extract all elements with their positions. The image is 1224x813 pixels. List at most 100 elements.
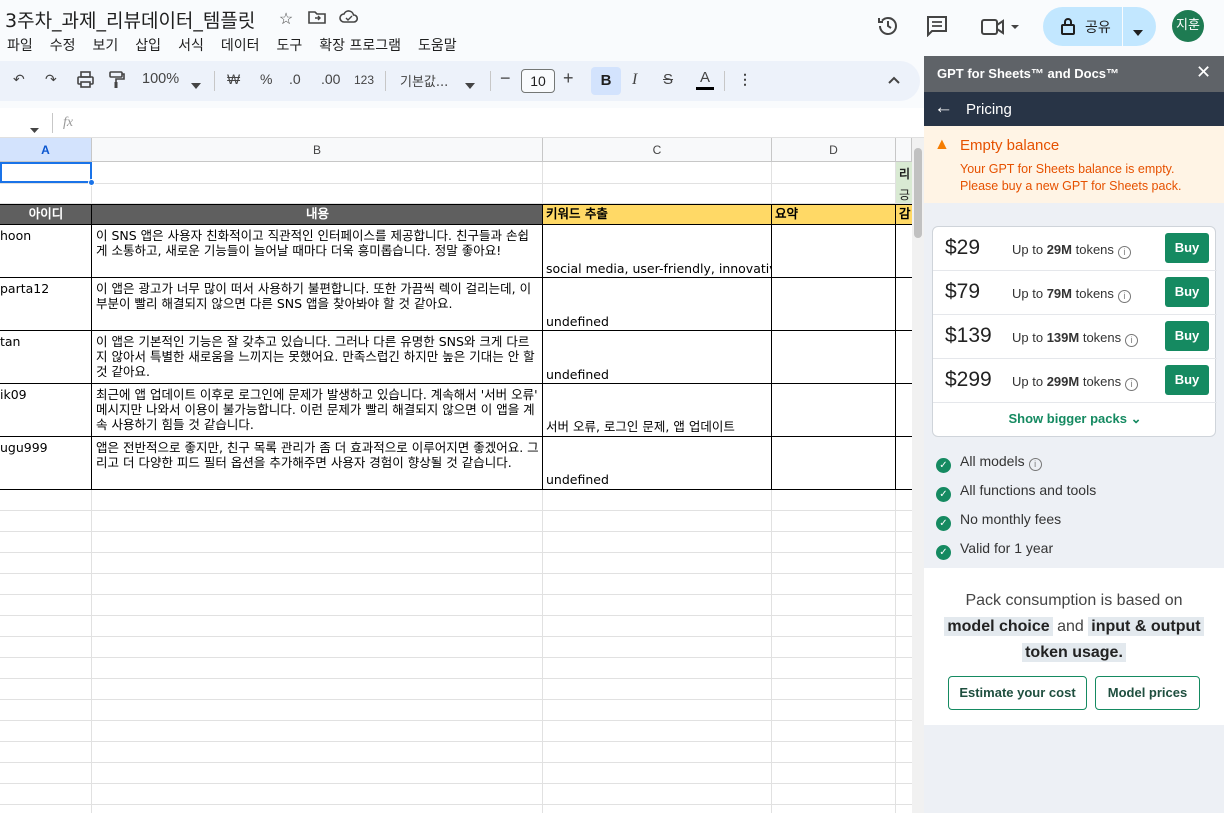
chevron-down-icon[interactable] xyxy=(1133,23,1143,41)
currency-format-button[interactable]: ₩ xyxy=(227,71,240,87)
pack-tokens: Up to 139M tokens i xyxy=(1012,330,1139,347)
menu-format[interactable]: 서식 xyxy=(178,35,204,55)
grid-line xyxy=(0,657,912,658)
font-chevron-icon[interactable] xyxy=(465,76,475,92)
redo-icon[interactable]: ↷ xyxy=(45,71,57,88)
column-header-c[interactable]: C xyxy=(543,138,772,162)
side-cell-fragment[interactable]: 리 xyxy=(896,162,912,183)
avatar[interactable]: 지훈 xyxy=(1172,10,1204,42)
table-row-id[interactable]: ik09 xyxy=(0,387,90,402)
menu-help[interactable]: 도움말 xyxy=(418,35,457,55)
column-header-b[interactable]: B xyxy=(92,138,543,162)
table-row-id[interactable]: ugu999 xyxy=(0,440,90,455)
warning-icon: ▲ xyxy=(934,136,950,153)
table-row-content[interactable]: 앱은 전반적으로 좋지만, 친구 목록 관리가 좀 더 효과적으로 이루어지면 … xyxy=(96,440,540,487)
feature-item: ✓ All functions and tools xyxy=(936,482,1096,502)
table-row-keywords[interactable]: social media, user-friendly, innovative xyxy=(546,261,771,276)
document-title[interactable]: 3주차_과제_리뷰데이터_템플릿 xyxy=(5,6,255,33)
star-icon[interactable]: ☆ xyxy=(276,9,296,28)
menu-bar: 파일 수정 보기 삽입 서식 데이터 도구 확장 프로그램 도움말 xyxy=(7,35,474,55)
info-icon[interactable]: i xyxy=(1117,246,1131,259)
table-row-id[interactable]: tan xyxy=(0,334,90,349)
buy-button[interactable]: Buy xyxy=(1165,277,1209,307)
grid-line xyxy=(0,594,912,595)
move-folder-icon[interactable] xyxy=(307,9,327,27)
buy-button[interactable]: Buy xyxy=(1165,233,1209,263)
info-icon[interactable]: i xyxy=(1117,290,1131,303)
table-row-keywords[interactable]: 서버 오류, 로그인 문제, 앱 업데이트 xyxy=(546,419,771,434)
chevron-down-icon: ⌄ xyxy=(1130,411,1142,426)
increase-decimal-button[interactable]: .00 xyxy=(321,71,340,87)
grid-line xyxy=(0,183,912,184)
table-row-id[interactable]: hoon xyxy=(0,228,90,243)
column-header-d[interactable]: D xyxy=(772,138,896,162)
zoom-chevron-icon[interactable] xyxy=(191,76,201,92)
font-select[interactable]: 기본값... xyxy=(400,71,448,90)
table-row-content[interactable]: 이 앱은 기본적인 기능은 잘 갖추고 있습니다. 그러나 다른 유명한 SNS… xyxy=(96,334,540,381)
buy-button[interactable]: Buy xyxy=(1165,365,1209,395)
formula-input[interactable] xyxy=(90,112,910,134)
table-row-content[interactable]: 이 SNS 앱은 사용자 친화적이고 직관적인 인터페이스를 제공합니다. 친구… xyxy=(96,228,540,275)
sidebar-header: GPT for Sheets™ and Docs™ ✕ xyxy=(924,56,1224,92)
collapse-toolbar-icon[interactable] xyxy=(888,71,900,87)
info-icon[interactable]: i xyxy=(1028,458,1042,471)
grid-line xyxy=(0,741,912,742)
scrollbar-thumb[interactable] xyxy=(914,148,922,238)
undo-icon[interactable]: ↶ xyxy=(13,71,25,88)
table-row-keywords[interactable]: undefined xyxy=(546,367,771,382)
more-options-button[interactable]: ⋮ xyxy=(738,71,752,88)
column-header-a[interactable]: A xyxy=(0,138,92,162)
table-row-id[interactable]: parta12 xyxy=(0,281,90,296)
table-row-keywords[interactable]: undefined xyxy=(546,314,771,329)
info-icon[interactable]: i xyxy=(1125,334,1139,347)
bold-button[interactable]: B xyxy=(591,67,621,95)
menu-view[interactable]: 보기 xyxy=(93,35,119,55)
meet-icon[interactable] xyxy=(981,17,1021,42)
selected-cell[interactable] xyxy=(0,162,92,183)
info-icon[interactable]: i xyxy=(1125,378,1139,391)
estimate-cost-button[interactable]: Estimate your cost xyxy=(948,676,1087,710)
font-size-input[interactable]: 10 xyxy=(521,69,555,93)
font-size-decrease-button[interactable]: − xyxy=(500,68,511,89)
table-row-content[interactable]: 최근에 앱 업데이트 이후로 로그인에 문제가 발생하고 있습니다. 계속해서 … xyxy=(96,387,540,434)
decrease-decimal-button[interactable]: .0 xyxy=(289,71,301,87)
model-prices-button[interactable]: Model prices xyxy=(1095,676,1200,710)
menu-insert[interactable]: 삽입 xyxy=(135,35,161,55)
print-icon[interactable] xyxy=(77,71,94,91)
grid-line xyxy=(0,699,912,700)
name-box-chevron-icon[interactable] xyxy=(30,120,39,138)
italic-button[interactable]: I xyxy=(632,71,637,89)
paint-format-icon[interactable] xyxy=(108,71,125,92)
feature-item: ✓ No monthly fees xyxy=(936,511,1061,531)
buy-button[interactable]: Buy xyxy=(1165,321,1209,351)
comment-icon[interactable] xyxy=(926,15,948,42)
menu-tools[interactable]: 도구 xyxy=(276,35,302,55)
back-arrow-icon[interactable]: ← xyxy=(934,97,953,119)
grid-line xyxy=(0,804,912,805)
share-button[interactable]: 공유 xyxy=(1043,7,1156,46)
sheet-grid[interactable]: A B C D 리 긍 아이디 내용 키워드 추출 요약 감 hoon 이 SN… xyxy=(0,138,912,813)
table-row-keywords[interactable]: undefined xyxy=(546,472,771,487)
fill-handle[interactable] xyxy=(88,179,95,186)
strikethrough-button[interactable]: S xyxy=(663,71,673,88)
close-icon[interactable]: ✕ xyxy=(1196,62,1211,83)
percent-format-button[interactable]: % xyxy=(260,71,272,87)
menu-edit[interactable]: 수정 xyxy=(50,35,76,55)
font-size-increase-button[interactable]: + xyxy=(563,68,574,89)
column-header-e[interactable] xyxy=(896,138,912,162)
show-bigger-packs-link[interactable]: Show bigger packs ⌄ xyxy=(933,411,1217,427)
history-icon[interactable] xyxy=(876,14,900,43)
table-border xyxy=(91,204,92,490)
menu-data[interactable]: 데이터 xyxy=(221,35,260,55)
table-row-content[interactable]: 이 앱은 광고가 너무 많이 떠서 사용하기 불편합니다. 또한 가끔씩 렉이 … xyxy=(96,281,540,328)
menu-file[interactable]: 파일 xyxy=(7,35,33,55)
alert-line: Please buy a new GPT for Sheets pack. xyxy=(960,179,1182,193)
menu-extensions[interactable]: 확장 프로그램 xyxy=(319,35,401,55)
zoom-select[interactable]: 100% xyxy=(142,71,179,87)
check-icon: ✓ xyxy=(936,487,951,502)
vertical-scrollbar[interactable] xyxy=(912,138,924,813)
number-format-button[interactable]: 123 xyxy=(354,73,374,87)
cloud-saved-icon[interactable] xyxy=(339,9,359,27)
side-cell-fragment[interactable]: 긍 xyxy=(896,183,912,203)
text-color-button[interactable]: A xyxy=(696,69,714,90)
